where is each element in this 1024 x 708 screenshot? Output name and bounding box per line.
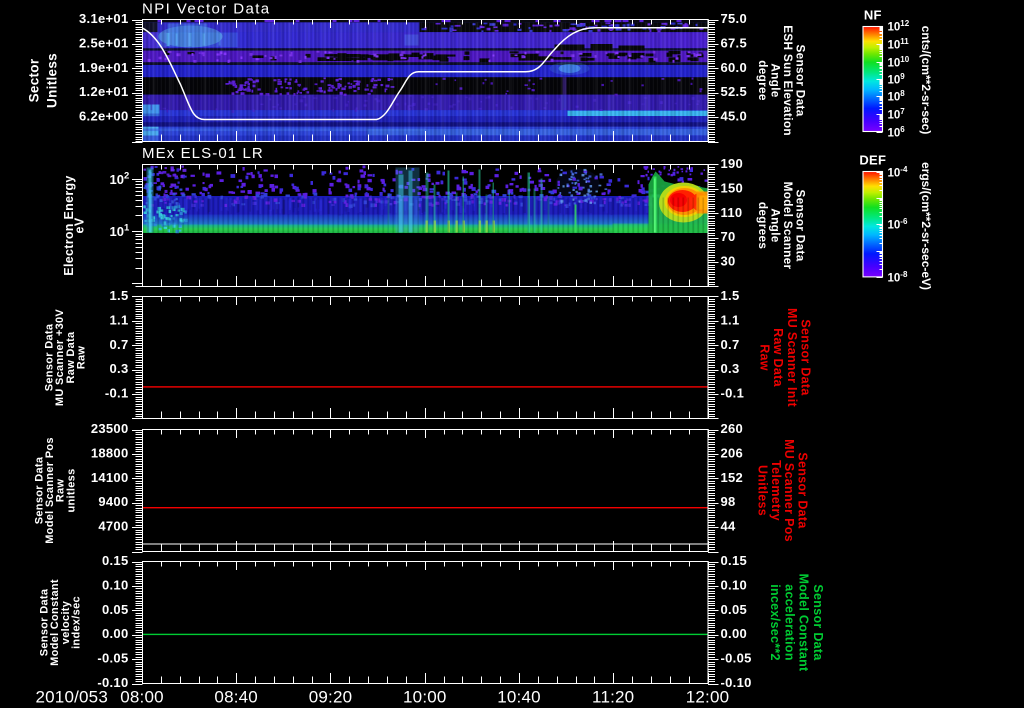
svg-text:30: 30 xyxy=(721,254,736,269)
svg-text:MU Scanner Pos: MU Scanner Pos xyxy=(782,439,796,542)
svg-text:cnts/(cm**2-sr-sec): cnts/(cm**2-sr-sec) xyxy=(919,26,933,135)
svg-text:unitless: unitless xyxy=(65,469,77,513)
svg-text:Sensor Data: Sensor Data xyxy=(795,452,809,529)
svg-text:08:40: 08:40 xyxy=(214,687,258,706)
svg-text:0.10: 0.10 xyxy=(721,577,748,592)
svg-text:Sensor Data: Sensor Data xyxy=(799,319,813,396)
svg-text:98: 98 xyxy=(721,494,736,509)
svg-text:Raw: Raw xyxy=(75,346,87,370)
svg-text:0.3: 0.3 xyxy=(110,361,129,376)
svg-text:45.0: 45.0 xyxy=(721,109,748,124)
svg-text:60.0: 60.0 xyxy=(721,60,748,75)
svg-text:Unitless: Unitless xyxy=(756,465,770,516)
svg-text:0.3: 0.3 xyxy=(721,361,740,376)
svg-text:ergs/(cm**2-sr-sec-eV): ergs/(cm**2-sr-sec-eV) xyxy=(919,162,933,290)
svg-text:index/sec: index/sec xyxy=(70,596,82,649)
svg-text:260: 260 xyxy=(721,421,744,436)
svg-text:0.15: 0.15 xyxy=(721,553,748,568)
svg-text:-0.1: -0.1 xyxy=(105,386,129,401)
svg-text:Unitless: Unitless xyxy=(45,53,60,108)
svg-text:degrees: degrees xyxy=(756,202,770,249)
svg-text:0.10: 0.10 xyxy=(102,577,129,592)
svg-text:09:20: 09:20 xyxy=(309,687,353,706)
svg-text:2010/053: 2010/053 xyxy=(35,687,108,706)
svg-text:10:00: 10:00 xyxy=(403,687,447,706)
svg-text:75.0: 75.0 xyxy=(721,11,748,26)
svg-text:Raw: Raw xyxy=(757,344,771,371)
svg-text:-0.05: -0.05 xyxy=(97,651,128,666)
svg-text:MU Scanner Init: MU Scanner Init xyxy=(785,308,799,407)
svg-text:1.1: 1.1 xyxy=(110,312,129,327)
svg-text:1.5: 1.5 xyxy=(721,288,740,303)
svg-text:190: 190 xyxy=(721,156,744,171)
svg-text:14100: 14100 xyxy=(91,470,129,485)
svg-text:eV: eV xyxy=(73,217,87,233)
svg-text:11:20: 11:20 xyxy=(592,687,634,706)
svg-text:1.2e+01: 1.2e+01 xyxy=(79,84,128,99)
svg-text:Raw Data: Raw Data xyxy=(771,328,785,387)
svg-text:Telemetry: Telemetry xyxy=(769,460,783,521)
svg-text:206: 206 xyxy=(721,445,744,460)
svg-text:1.5: 1.5 xyxy=(110,288,129,303)
svg-text:0.00: 0.00 xyxy=(721,626,748,641)
svg-text:1.1: 1.1 xyxy=(721,312,740,327)
svg-text:3.1e+01: 3.1e+01 xyxy=(79,11,128,26)
svg-text:Sensor Data: Sensor Data xyxy=(811,584,825,661)
svg-text:DEF: DEF xyxy=(859,153,886,168)
svg-text:Model Constant: Model Constant xyxy=(797,574,811,672)
svg-text:67.5: 67.5 xyxy=(721,35,748,50)
svg-text:0.00: 0.00 xyxy=(102,626,129,641)
svg-text:MEx ELS-01 LR: MEx ELS-01 LR xyxy=(142,145,264,162)
svg-text:70: 70 xyxy=(721,229,736,244)
svg-text:08:00: 08:00 xyxy=(120,687,164,706)
svg-text:-0.1: -0.1 xyxy=(721,386,745,401)
svg-text:NF: NF xyxy=(864,8,882,23)
svg-text:152: 152 xyxy=(721,470,744,485)
svg-text:150: 150 xyxy=(721,180,744,195)
svg-text:0.05: 0.05 xyxy=(102,602,129,617)
svg-text:18800: 18800 xyxy=(91,445,129,460)
svg-text:44: 44 xyxy=(721,519,737,534)
svg-text:0.15: 0.15 xyxy=(102,553,129,568)
svg-text:1.9e+01: 1.9e+01 xyxy=(79,60,128,75)
svg-text:23500: 23500 xyxy=(91,421,129,436)
svg-text:0.05: 0.05 xyxy=(721,602,748,617)
svg-text:degree: degree xyxy=(756,60,770,101)
svg-text:110: 110 xyxy=(721,205,743,220)
svg-text:6.2e+00: 6.2e+00 xyxy=(79,109,128,124)
svg-text:0.7: 0.7 xyxy=(110,337,129,352)
svg-text:4700: 4700 xyxy=(98,519,128,534)
svg-text:acceleration: acceleration xyxy=(782,584,796,661)
svg-text:-0.05: -0.05 xyxy=(721,651,752,666)
svg-text:52.5: 52.5 xyxy=(721,84,748,99)
svg-text:10:40: 10:40 xyxy=(497,687,541,706)
svg-text:Sector: Sector xyxy=(26,58,41,102)
svg-text:2.5e+01: 2.5e+01 xyxy=(79,35,128,50)
svg-text:NPI Vector Data: NPI Vector Data xyxy=(142,1,271,18)
svg-text:9400: 9400 xyxy=(98,494,128,509)
svg-text:12:00: 12:00 xyxy=(686,687,730,706)
svg-text:incex/sec**2: incex/sec**2 xyxy=(768,584,782,661)
svg-text:0.7: 0.7 xyxy=(721,337,740,352)
